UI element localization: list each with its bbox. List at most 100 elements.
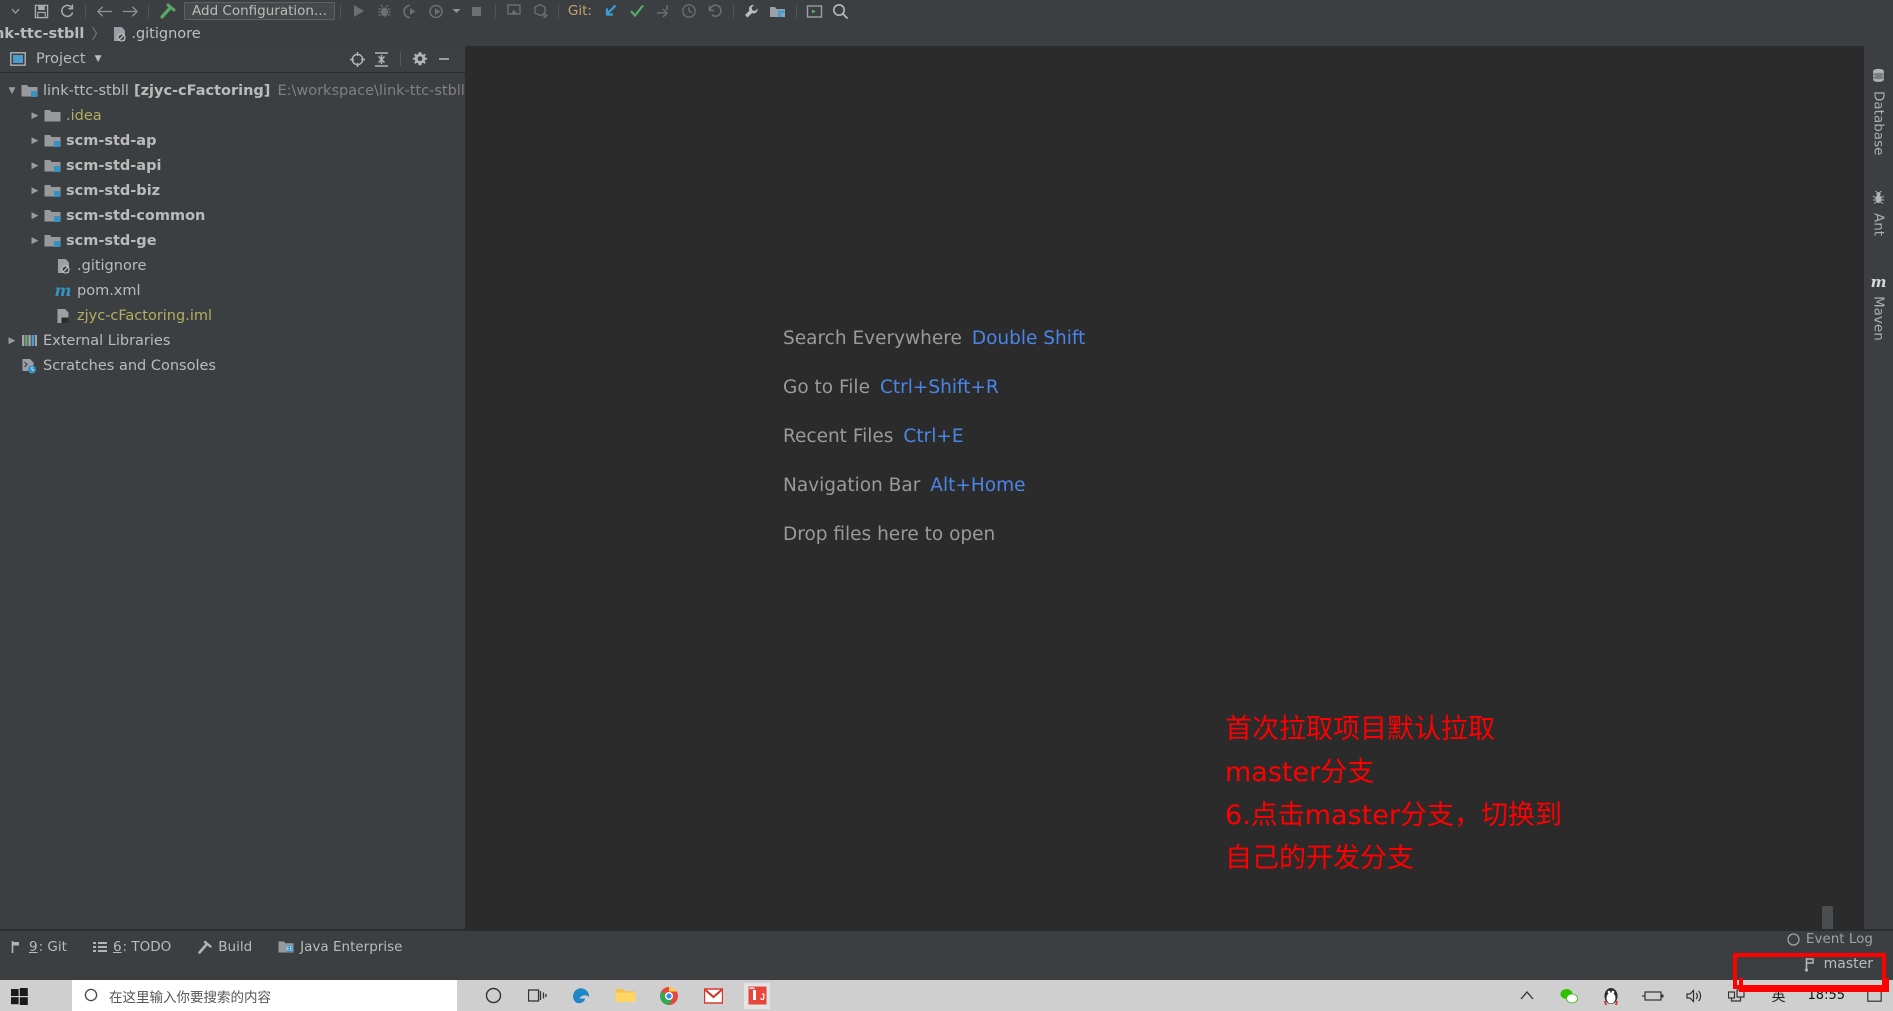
tool-tab-maven[interactable]: m Maven bbox=[1871, 269, 1887, 345]
chevron-down-icon[interactable]: ▼ bbox=[95, 54, 102, 64]
shortcut-hints: Search Everywhere Double Shift Go to Fil… bbox=[783, 314, 1085, 559]
expand-arrow-right-icon[interactable]: ▶ bbox=[28, 234, 42, 248]
git-update-project-icon[interactable] bbox=[598, 0, 624, 22]
run-with-coverage-icon[interactable] bbox=[398, 0, 424, 22]
toolbar-divider bbox=[85, 4, 86, 18]
tool-tab-database[interactable]: Database bbox=[1871, 64, 1887, 159]
project-window-icon bbox=[10, 52, 26, 66]
expand-arrow-down-icon[interactable]: ▼ bbox=[5, 84, 19, 98]
tool-tab-ant[interactable]: Ant bbox=[1871, 187, 1887, 240]
expand-arrow-right-icon[interactable]: ▶ bbox=[28, 209, 42, 223]
status-tool-build[interactable]: Build bbox=[197, 939, 252, 955]
taskbar-pinned-apps: J bbox=[480, 980, 770, 1011]
tree-node-scm-std-ge[interactable]: ▶ scm-std-ge bbox=[0, 228, 465, 253]
windows-start-icon[interactable] bbox=[2, 983, 36, 1009]
commit-icon[interactable] bbox=[527, 0, 553, 22]
tree-node-pom-xml[interactable]: m pom.xml bbox=[0, 278, 465, 303]
wechat-icon[interactable] bbox=[1556, 983, 1582, 1009]
git-history-clock-icon[interactable] bbox=[676, 0, 702, 22]
editor-empty-area[interactable]: Search Everywhere Double Shift Go to Fil… bbox=[465, 46, 1863, 966]
status-tool-todo[interactable]: 6 : TODO bbox=[92, 939, 171, 955]
event-log-icon bbox=[1787, 932, 1800, 946]
volume-icon[interactable] bbox=[1682, 983, 1708, 1009]
search-icon[interactable] bbox=[828, 0, 854, 22]
gear-icon[interactable] bbox=[409, 48, 431, 70]
build-hammer-icon[interactable] bbox=[154, 0, 180, 22]
ime-chinese-icon[interactable]: 英 bbox=[1766, 983, 1792, 1009]
git-branch-icon bbox=[1804, 957, 1817, 972]
tree-node-scratches[interactable]: Scratches and Consoles bbox=[0, 353, 465, 378]
module-folder-icon bbox=[19, 83, 39, 99]
expand-arrow-right-icon[interactable]: ▶ bbox=[28, 159, 42, 173]
tree-node-scm-std-api[interactable]: ▶ scm-std-api bbox=[0, 153, 465, 178]
intellij-idea-icon[interactable]: J bbox=[744, 982, 770, 1009]
settings-wrench-icon[interactable] bbox=[739, 0, 765, 22]
event-log-widget[interactable]: Event Log bbox=[1787, 931, 1873, 947]
sync-icon[interactable] bbox=[54, 0, 80, 22]
taskbar-clock[interactable]: 18:55 bbox=[1808, 988, 1845, 1003]
breadcrumb-project[interactable]: nk-ttc-stbll bbox=[0, 26, 84, 42]
tool-tab-label: Maven bbox=[1870, 295, 1887, 341]
gmail-icon[interactable] bbox=[700, 983, 726, 1009]
project-panel-title[interactable]: Project bbox=[36, 51, 86, 67]
run-icon[interactable] bbox=[346, 0, 372, 22]
tool-tab-label: Ant bbox=[1870, 213, 1887, 237]
forward-arrow-icon[interactable] bbox=[117, 0, 143, 22]
expand-arrow-right-icon[interactable]: ▶ bbox=[5, 334, 19, 348]
git-branch-label: master bbox=[1823, 956, 1873, 972]
back-arrow-icon[interactable] bbox=[91, 0, 117, 22]
tree-node-idea[interactable]: ▶ .idea bbox=[0, 103, 465, 128]
tree-node-root[interactable]: ▼ link-ttc-stbll [zjyc-cFactoring] E:\wo… bbox=[0, 78, 465, 103]
status-tool-number: 9 bbox=[29, 939, 38, 955]
expand-arrow-right-icon[interactable]: ▶ bbox=[28, 134, 42, 148]
tree-node-scm-std-common[interactable]: ▶ scm-std-common bbox=[0, 203, 465, 228]
expand-arrow-right-icon[interactable]: ▶ bbox=[28, 109, 42, 123]
update-project-icon[interactable] bbox=[501, 0, 527, 22]
debug-icon[interactable] bbox=[372, 0, 398, 22]
network-icon[interactable] bbox=[1724, 983, 1750, 1009]
profiler-icon[interactable] bbox=[424, 0, 450, 22]
cortana-circle-icon[interactable] bbox=[480, 983, 506, 1009]
git-rollback-icon[interactable] bbox=[702, 0, 728, 22]
git-commit-checkmark-icon[interactable] bbox=[624, 0, 650, 22]
expand-arrow-right-icon[interactable]: ▶ bbox=[28, 184, 42, 198]
shortcut-key: Ctrl+E bbox=[903, 426, 964, 447]
task-view-icon[interactable] bbox=[524, 983, 550, 1009]
git-push-icon[interactable] bbox=[650, 0, 676, 22]
tree-node-scm-std-biz[interactable]: ▶ scm-std-biz bbox=[0, 178, 465, 203]
edge-icon[interactable] bbox=[568, 983, 594, 1009]
shortcut-key: Double Shift bbox=[971, 328, 1086, 349]
taskbar-search-input[interactable]: 在这里输入你要搜索的内容 bbox=[72, 980, 457, 1011]
taskbar-search-placeholder: 在这里输入你要搜索的内容 bbox=[109, 989, 271, 1006]
run-configuration-selector[interactable]: Add Configuration... bbox=[184, 2, 335, 20]
folder-icon bbox=[42, 108, 62, 124]
tree-node-iml[interactable]: zjyc-cFactoring.iml bbox=[0, 303, 465, 328]
file-explorer-icon[interactable] bbox=[612, 983, 638, 1009]
save-icon[interactable] bbox=[28, 0, 54, 22]
minimize-icon[interactable] bbox=[433, 48, 455, 70]
notification-center-icon[interactable] bbox=[1861, 983, 1887, 1009]
project-panel-tools bbox=[346, 48, 465, 70]
tree-node-gitignore[interactable]: .gitignore bbox=[0, 253, 465, 278]
maven-m-icon: m bbox=[1870, 272, 1887, 291]
status-tool-git[interactable]: 9 : Git bbox=[10, 939, 67, 955]
collapse-all-icon[interactable] bbox=[370, 48, 392, 70]
tree-node-external-libraries[interactable]: ▶ External Libraries bbox=[0, 328, 465, 353]
git-branch-widget[interactable]: master bbox=[1804, 956, 1873, 972]
locate-target-icon[interactable] bbox=[346, 48, 368, 70]
tree-node-label: .gitignore bbox=[77, 257, 147, 274]
stop-icon[interactable] bbox=[464, 0, 490, 22]
qq-penguin-icon[interactable] bbox=[1598, 983, 1624, 1009]
project-tree[interactable]: ▼ link-ttc-stbll [zjyc-cFactoring] E:\wo… bbox=[0, 73, 465, 930]
chrome-icon[interactable] bbox=[656, 983, 682, 1009]
tree-node-scm-std-ap[interactable]: ▶ scm-std-ap bbox=[0, 128, 465, 153]
event-log-label: Event Log bbox=[1805, 931, 1873, 947]
terminal-icon[interactable] bbox=[802, 0, 828, 22]
breadcrumb-file[interactable]: .gitignore bbox=[131, 26, 200, 42]
battery-icon[interactable] bbox=[1640, 983, 1666, 1009]
chevron-down-icon[interactable] bbox=[450, 0, 464, 22]
status-tool-java-enterprise[interactable]: EE Java Enterprise bbox=[278, 939, 402, 955]
sidebar-toggle-icon[interactable] bbox=[2, 0, 28, 22]
show-hidden-icon[interactable] bbox=[1514, 983, 1540, 1009]
project-structure-icon[interactable] bbox=[765, 0, 791, 22]
